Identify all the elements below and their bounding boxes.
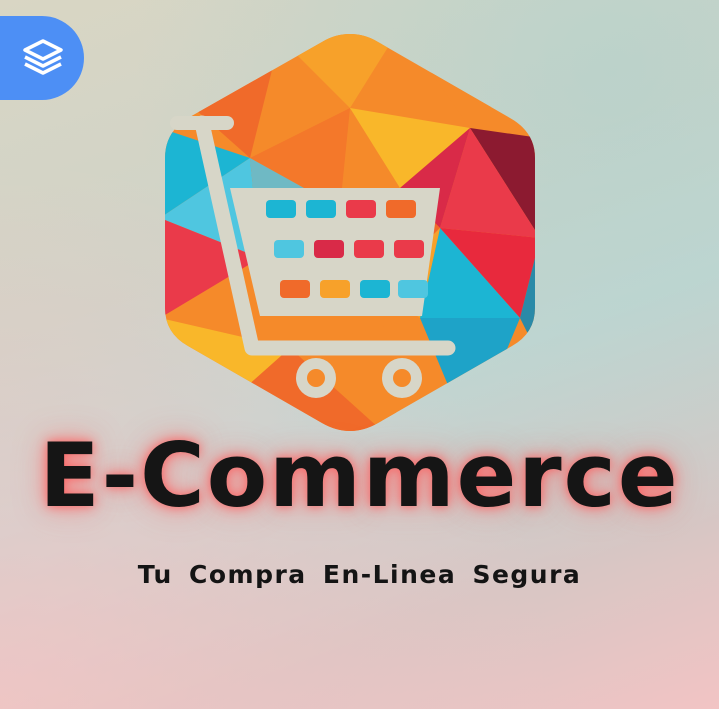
layers-icon <box>23 39 63 75</box>
shopping-cart-logo <box>165 34 535 431</box>
layers-button[interactable] <box>0 16 84 100</box>
brand-tagline: Tu Compra En-Linea Segura <box>137 560 582 589</box>
brand-name: E-Commerce <box>39 424 680 527</box>
